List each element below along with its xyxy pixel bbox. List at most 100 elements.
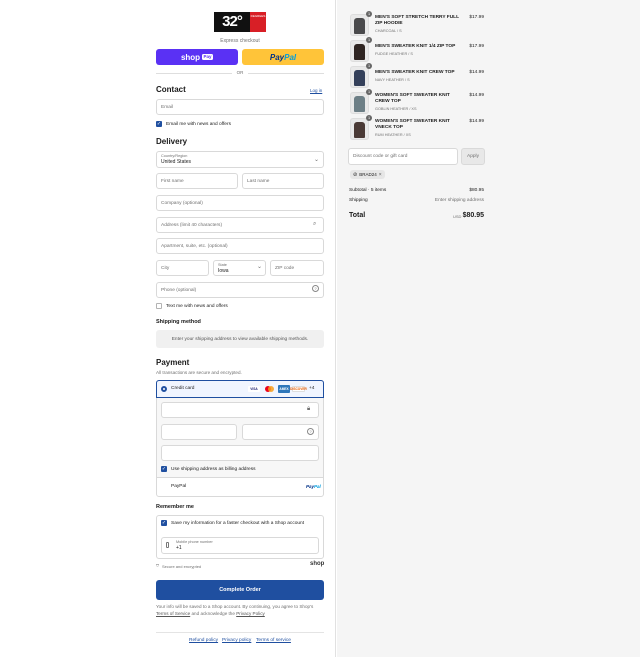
- discount-chip: ⊘ BRAD24 ×: [350, 170, 385, 179]
- contact-heading: Contact: [156, 85, 186, 94]
- subtotal-label: Subtotal · 5 items: [349, 188, 387, 193]
- name-on-card-field[interactable]: [161, 445, 319, 461]
- payment-subtitle: All transactions are secure and encrypte…: [156, 370, 242, 375]
- address-field[interactable]: Address (limit 40 characters): [156, 217, 324, 233]
- text-news-label: Text me with news and offers: [166, 304, 228, 309]
- product-price: $14.99: [469, 93, 484, 98]
- lock-icon: 🔒︎: [307, 406, 311, 412]
- company-field[interactable]: Company (optional): [156, 195, 324, 211]
- city-field[interactable]: City: [156, 260, 209, 276]
- privacy-policy-link[interactable]: Privacy policy: [222, 638, 251, 643]
- country-select[interactable]: Country/Region United States: [156, 151, 324, 168]
- payment-heading: Payment: [156, 358, 190, 367]
- discount-code-field[interactable]: Discount code or gift card: [348, 148, 458, 165]
- paypal-logo-a: Pay: [306, 484, 315, 489]
- product-name: MEN'S SWEATER KNIT 1/4 ZIP TOP: [375, 44, 456, 49]
- order-summary-panel: 1 MEN'S SOFT STRETCH TERRY FULL ZIP HOOD…: [337, 0, 640, 657]
- shop-pay-badge: Pay: [202, 54, 214, 60]
- billing-address-checkbox[interactable]: ✓: [161, 466, 167, 472]
- quantity-badge: 1: [366, 89, 372, 95]
- email-field[interactable]: Email: [156, 99, 324, 115]
- product-name: WOMEN'S SOFT SWEATER KNIT CREW TOP: [375, 93, 450, 104]
- terms-of-service-link[interactable]: Terms of service: [256, 638, 291, 643]
- product-price: $14.99: [469, 70, 484, 75]
- paypal-button[interactable]: Pay Pal: [242, 49, 324, 65]
- phone-field[interactable]: Phone (optional): [156, 282, 324, 298]
- save-info-checkbox[interactable]: ✓: [161, 520, 167, 526]
- total-label: Total: [349, 212, 366, 219]
- refund-policy-link[interactable]: Refund policy: [189, 638, 218, 643]
- mastercard-icon: [264, 386, 275, 392]
- shield-icon: ⛉: [156, 563, 159, 568]
- shop-pay-wordmark: shop: [180, 52, 201, 62]
- product-thumbnail: [350, 66, 369, 88]
- mobile-phone-field[interactable]: Mobile phone number +1: [161, 537, 319, 554]
- login-link[interactable]: Log in: [310, 88, 322, 93]
- credit-card-label: Credit card: [171, 386, 195, 391]
- country-label: Country/Region: [161, 154, 188, 158]
- shop-privacy-link[interactable]: Privacy Policy: [236, 611, 265, 616]
- product-price: $17.99: [469, 44, 484, 49]
- delivery-heading: Delivery: [156, 137, 188, 146]
- discover-icon: DISCOVER: [290, 386, 307, 392]
- country-value: United States: [161, 159, 192, 165]
- email-news-checkbox[interactable]: ✓: [156, 121, 162, 127]
- disclaimer-text2: and acknowledge the: [191, 610, 235, 616]
- mobile-value: +1: [176, 545, 182, 551]
- card-number-field[interactable]: [161, 402, 319, 418]
- quantity-badge: 1: [366, 63, 372, 69]
- apply-button[interactable]: Apply: [461, 148, 485, 165]
- product-variant: NAVY HEATHER / S: [375, 78, 410, 82]
- shop-logo: shop: [310, 561, 325, 567]
- product-thumbnail: [350, 118, 369, 140]
- expiration-field[interactable]: [161, 424, 237, 440]
- paypal-option-label[interactable]: PayPal: [171, 484, 186, 489]
- product-thumbnail: [350, 92, 369, 114]
- shop-terms-link[interactable]: Terms of Service: [156, 611, 190, 616]
- cvv-help-icon[interactable]: ?: [307, 428, 314, 435]
- product-name: WOMEN'S SOFT SWEATER KNIT VNECK TOP: [375, 119, 450, 130]
- zip-field[interactable]: ZIP code: [270, 260, 324, 276]
- billing-address-label: Use shipping address as billing address: [171, 467, 256, 472]
- divider-right: [248, 73, 324, 74]
- shop-disclaimer: Your info will be saved to a Shop accoun…: [156, 604, 326, 617]
- total-value: $80.95: [462, 212, 484, 219]
- product-name: MEN'S SOFT STRETCH TERRY FULL ZIP HOODIE: [375, 15, 459, 26]
- subtotal-value: $80.95: [469, 188, 484, 193]
- product-name: MEN'S SWEATER KNIT CREW TOP: [375, 70, 455, 75]
- help-icon[interactable]: ?: [312, 285, 319, 292]
- state-chevron-icon: ⌄: [257, 264, 263, 270]
- quantity-badge: 1: [366, 115, 372, 121]
- remember-heading: Remember me: [156, 504, 194, 510]
- visa-icon: VISA: [248, 386, 260, 392]
- product-price: $17.99: [469, 15, 484, 20]
- email-news-label: Email me with news and offers: [166, 122, 231, 127]
- product-price: $14.99: [469, 119, 484, 124]
- checkout-form-panel: 32° DEGREES Express checkout shop Pay Pa…: [0, 0, 336, 657]
- payment-divider: [157, 477, 323, 478]
- credit-card-radio[interactable]: [161, 386, 167, 392]
- shipping-heading: Shipping method: [156, 319, 201, 325]
- or-divider: OR: [236, 70, 244, 75]
- divider-left: [156, 73, 232, 74]
- store-logo[interactable]: 32° DEGREES: [214, 12, 266, 32]
- shipping-value: Enter shipping address: [434, 198, 484, 203]
- product-variant: CHARCOAL / S: [375, 29, 402, 33]
- first-name-field[interactable]: First name: [156, 173, 238, 189]
- footer-divider: [156, 632, 324, 633]
- product-thumbnail: [350, 14, 369, 36]
- discount-code: BRAD24: [359, 172, 377, 177]
- complete-order-button[interactable]: Complete Order: [156, 580, 324, 600]
- remove-code-icon[interactable]: ×: [379, 172, 382, 178]
- apartment-field[interactable]: Apartment, suite, etc. (optional): [156, 238, 324, 254]
- more-brands-label: +4: [309, 386, 315, 391]
- product-variant: FUDGE HEATHER / S: [375, 52, 413, 56]
- save-info-label: Save my information for a faster checkou…: [171, 521, 305, 526]
- product-thumbnail: [350, 40, 369, 62]
- state-label: State: [218, 262, 227, 267]
- paypal-logo-icon: PayPal: [306, 484, 321, 489]
- shipping-message: Enter your shipping address to view avai…: [156, 330, 324, 348]
- shop-pay-button[interactable]: shop Pay: [156, 49, 238, 65]
- last-name-field[interactable]: Last name: [242, 173, 324, 189]
- text-news-checkbox[interactable]: [156, 303, 162, 309]
